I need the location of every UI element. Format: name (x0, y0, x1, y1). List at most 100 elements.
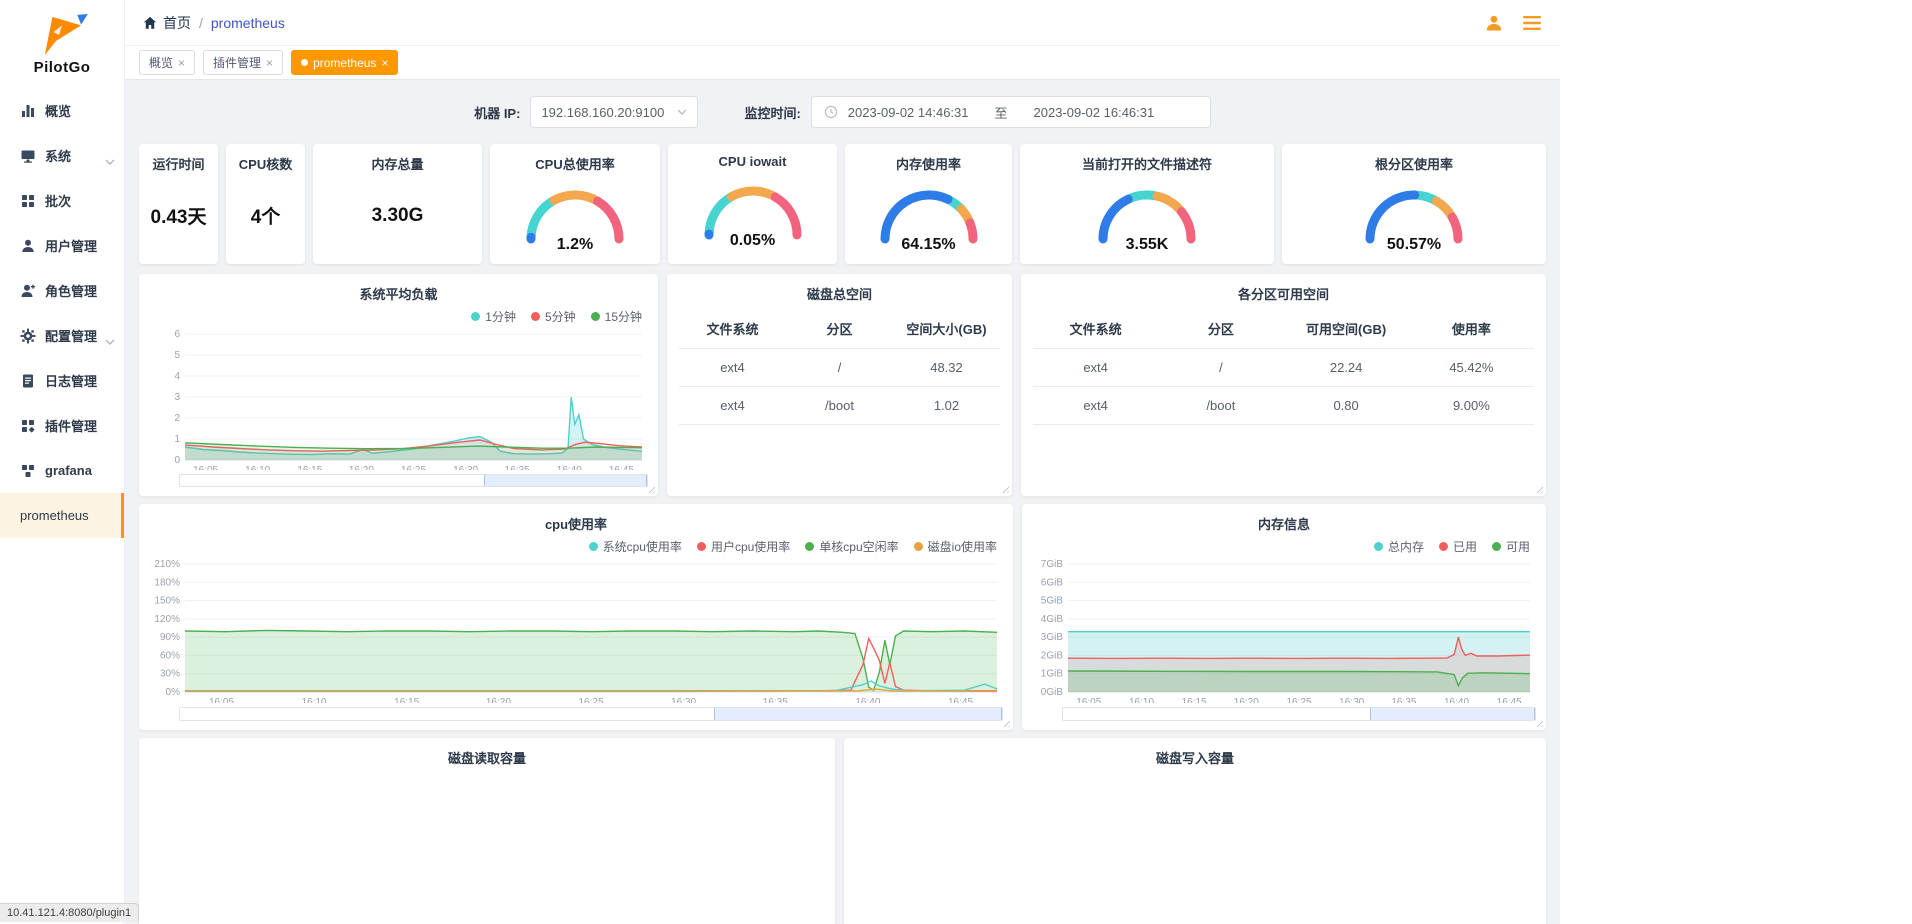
gauge-value: 3.55K (1082, 236, 1212, 254)
sidebar-item-batch[interactable]: 批次 (0, 178, 124, 223)
svg-text:16:20: 16:20 (486, 697, 511, 703)
logo[interactable]: PilotGo (0, 0, 124, 88)
svg-text:16:45: 16:45 (609, 465, 634, 469)
svg-text:16:35: 16:35 (763, 697, 788, 703)
svg-text:3GiB: 3GiB (1041, 632, 1064, 643)
disk-read-card: 磁盘读取容量 (139, 738, 835, 924)
chart-legend: 总内存 已用 可用 (1022, 537, 1546, 556)
svg-text:1GiB: 1GiB (1041, 669, 1064, 680)
tab-prometheus[interactable]: prometheus × (291, 50, 398, 75)
table-row: ext4/22.2445.42% (1033, 349, 1534, 387)
chart-legend: 系统cpu使用率 用户cpu使用率 单核cpu空闲率 磁盘io使用率 (139, 537, 1013, 556)
chevron-down-icon (677, 109, 687, 115)
machine-ip-select[interactable]: 192.168.160.20:9100 (530, 96, 698, 128)
stat-card-uptime: 运行时间 0.43天 (139, 144, 218, 264)
time-to-label: 至 (995, 103, 1008, 122)
grid-icon (20, 193, 36, 209)
svg-text:60%: 60% (160, 651, 180, 662)
svg-text:16:25: 16:25 (1286, 697, 1311, 703)
svg-text:2GiB: 2GiB (1041, 651, 1064, 662)
monitor-icon (20, 148, 36, 164)
app-window: PilotGo 概览 系统 批次 用户管理 角色管理 (0, 0, 1560, 924)
gauge-value: 1.2% (510, 236, 640, 254)
datazoom-slider[interactable] (179, 707, 1003, 721)
sidebar-menu: 概览 系统 批次 用户管理 角色管理 配置管理 (0, 88, 124, 538)
sidebar-item-system[interactable]: 系统 (0, 133, 124, 178)
sidebar-item-overview[interactable]: 概览 (0, 88, 124, 133)
chevron-down-icon (105, 333, 115, 348)
cpu-usage-card: cpu使用率 系统cpu使用率 用户cpu使用率 单核cpu空闲率 磁盘io使用… (139, 504, 1013, 730)
sidebar-item-grafana[interactable]: grafana (0, 448, 124, 493)
tags-bar: 概览 × 插件管理 × prometheus × (125, 45, 1560, 80)
stat-card-mem-total: 内存总量 3.30G (313, 144, 482, 264)
user-account-icon[interactable] (1484, 13, 1504, 33)
svg-text:16:45: 16:45 (948, 697, 973, 703)
svg-text:5: 5 (174, 350, 180, 361)
table-row: ext4/boot1.02 (679, 387, 1000, 425)
svg-text:16:45: 16:45 (1497, 697, 1522, 703)
svg-text:16:05: 16:05 (209, 697, 234, 703)
tab-plugins[interactable]: 插件管理 × (203, 50, 283, 75)
gauge: 64.15% (864, 179, 994, 254)
stat-card-mem-usage: 内存使用率 64.15% (845, 144, 1012, 264)
pilotgo-logo-icon (33, 13, 91, 57)
disk-total-card: 磁盘总空间 文件系统 分区 空间大小(GB) ext4/48.32 (667, 274, 1012, 496)
sidebar-item-plugins[interactable]: 插件管理 (0, 403, 124, 448)
tab-overview[interactable]: 概览 × (139, 50, 195, 75)
role-icon (20, 283, 36, 299)
sidebar-item-roles[interactable]: 角色管理 (0, 268, 124, 313)
blocks-icon (20, 463, 36, 479)
svg-text:16:40: 16:40 (1444, 697, 1469, 703)
sidebar-item-config[interactable]: 配置管理 (0, 313, 124, 358)
dashboard-row-4: 磁盘读取容量 磁盘写入容量 (139, 738, 1546, 924)
content-column: 首页 / prometheus 概览 × 插件管理 × promethe (125, 0, 1560, 924)
stat-value: 0.43天 (151, 177, 207, 264)
svg-text:2: 2 (174, 413, 180, 424)
gear-icon (20, 328, 36, 344)
table-row: ext4/48.32 (679, 349, 1000, 387)
svg-text:16:25: 16:25 (401, 465, 426, 469)
load-average-card: 系统平均负载 1分钟 5分钟 15分钟 012345616:0516:1016:… (139, 274, 658, 496)
menu-hamburger-icon[interactable] (1522, 14, 1542, 32)
gauge: 50.57% (1349, 179, 1479, 254)
sidebar-item-users[interactable]: 用户管理 (0, 223, 124, 268)
svg-text:16:30: 16:30 (453, 465, 478, 469)
dashboard-main: 机器 IP: 192.168.160.20:9100 监控时间: 2023-09… (125, 80, 1560, 924)
svg-text:4: 4 (174, 371, 180, 382)
svg-text:16:40: 16:40 (855, 697, 880, 703)
close-icon[interactable]: × (178, 57, 185, 69)
home-icon (143, 16, 157, 30)
close-icon[interactable]: × (266, 57, 273, 69)
datazoom-slider[interactable] (179, 474, 648, 487)
svg-text:90%: 90% (160, 632, 180, 643)
link-preview-statusbar: 10.41.121.4:8080/plugin1 (0, 903, 139, 922)
dashboard-row-2: 系统平均负载 1分钟 5分钟 15分钟 012345616:0516:1016:… (139, 274, 1546, 496)
svg-text:16:05: 16:05 (1076, 697, 1101, 703)
user-icon (20, 238, 36, 254)
close-icon[interactable]: × (381, 57, 388, 69)
table-row: ext4/boot0.809.00% (1033, 387, 1534, 425)
svg-text:180%: 180% (154, 578, 180, 589)
svg-text:6: 6 (174, 329, 180, 340)
breadcrumb-home-link[interactable]: 首页 (143, 13, 191, 33)
disk-write-card: 磁盘写入容量 (844, 738, 1546, 924)
chevron-down-icon (105, 153, 115, 168)
sidebar-item-prometheus[interactable]: prometheus (0, 493, 124, 538)
clock-icon (824, 105, 838, 119)
stat-value: 3.30G (372, 177, 424, 264)
svg-text:0GiB: 0GiB (1041, 687, 1064, 698)
datazoom-slider[interactable] (1062, 707, 1536, 721)
stat-card-root-usage: 根分区使用率 50.57% (1282, 144, 1546, 264)
svg-text:7GiB: 7GiB (1041, 559, 1064, 570)
plugin-icon (20, 418, 36, 434)
svg-text:16:30: 16:30 (671, 697, 696, 703)
svg-text:16:20: 16:20 (1234, 697, 1259, 703)
partition-free-card: 各分区可用空间 文件系统 分区 可用空间(GB) 使用率 ext4/22.244… (1021, 274, 1546, 496)
svg-text:16:10: 16:10 (1129, 697, 1154, 703)
gauge: 1.2% (510, 179, 640, 254)
svg-text:30%: 30% (160, 669, 180, 680)
sidebar-item-logs[interactable]: 日志管理 (0, 358, 124, 403)
breadcrumb-current: prometheus (211, 15, 285, 31)
breadcrumb: 首页 / prometheus (143, 13, 285, 33)
time-range-picker[interactable]: 2023-09-02 14:46:31 至 2023-09-02 16:46:3… (811, 96, 1211, 128)
